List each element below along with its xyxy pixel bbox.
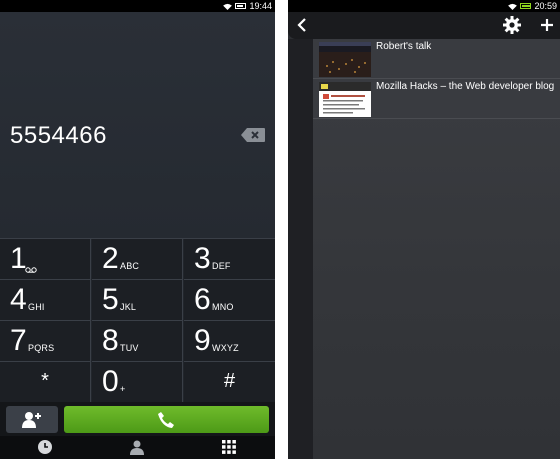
key-letters: MNO	[212, 302, 234, 312]
key-digit: 2	[102, 242, 119, 275]
key-letters: ABC	[120, 261, 140, 271]
wifi-icon	[223, 3, 233, 10]
status-bar: 20:59	[288, 0, 560, 12]
key-digit: *	[41, 370, 49, 392]
key-6[interactable]: 6 MNO	[184, 280, 275, 321]
status-time: 20:59	[534, 1, 557, 11]
key-digit: 7	[10, 324, 27, 357]
dialpad-icon	[222, 440, 236, 454]
call-button[interactable]	[64, 406, 269, 433]
tab-item[interactable]: Robert's talk	[313, 39, 560, 79]
screenshot-root: 19:44 5554466 1 2 ABC 3 DEF 4 GHI 5 JKL …	[0, 0, 560, 459]
key-5[interactable]: 5 JKL	[92, 280, 183, 321]
wifi-icon	[508, 3, 518, 10]
key-letters: TUV	[120, 343, 139, 353]
dialed-number: 5554466	[10, 122, 107, 149]
clock-icon	[38, 440, 52, 454]
key-4[interactable]: 4 GHI	[0, 280, 91, 321]
key-1[interactable]: 1	[0, 239, 91, 280]
add-contact-button[interactable]	[6, 406, 58, 433]
key-digit: 5	[102, 283, 119, 316]
key-digit: 0	[102, 365, 119, 398]
tab-item[interactable]: Mozilla Hacks – the Web developer blog	[313, 79, 560, 119]
key-letters: GHI	[28, 302, 45, 312]
tabs-sidebar	[288, 39, 313, 459]
key-letters: PQRS	[28, 343, 55, 353]
tabs-toolbar	[288, 12, 560, 39]
battery-icon	[520, 3, 532, 9]
key-letters: WXYZ	[212, 343, 239, 353]
add-contact-icon	[22, 412, 41, 428]
key-8[interactable]: 8 TUV	[92, 321, 183, 362]
tab-list: Robert's talk Mozilla Hacks – the Web de…	[313, 39, 560, 459]
voicemail-icon	[25, 267, 37, 273]
key-digit: 6	[194, 283, 211, 316]
back-icon[interactable]	[294, 16, 310, 34]
key-digit: 3	[194, 242, 211, 275]
tab-thumbnail	[319, 82, 371, 117]
key-letters: JKL	[120, 302, 137, 312]
key-hash[interactable]: #	[184, 362, 275, 403]
tab-thumbnail	[319, 42, 371, 77]
nav-recents[interactable]	[0, 436, 91, 459]
key-letters: DEF	[212, 261, 231, 271]
dialer-action-row	[0, 402, 275, 436]
tab-title: Mozilla Hacks – the Web developer blog	[376, 81, 555, 92]
key-digit: 9	[194, 324, 211, 357]
backspace-icon[interactable]	[241, 128, 265, 142]
tab-title: Robert's talk	[376, 41, 432, 52]
dialpad: 1 2 ABC 3 DEF 4 GHI 5 JKL 6 MNO 7 PQRS 8…	[0, 238, 275, 403]
status-time: 19:44	[249, 1, 272, 11]
number-display-area: 5554466	[0, 12, 275, 238]
key-digit: #	[223, 370, 236, 392]
key-digit: 4	[10, 283, 27, 316]
status-bar-right: 20:59	[508, 1, 557, 11]
key-3[interactable]: 3 DEF	[184, 239, 275, 280]
browser-screen: 20:59 Robert's talk Mozilla Hacks – the …	[288, 0, 560, 459]
nav-contacts[interactable]	[92, 436, 183, 459]
key-digit: 8	[102, 324, 119, 357]
plus-icon[interactable]	[538, 16, 556, 34]
nav-dialpad[interactable]	[184, 436, 275, 459]
dialer-screen: 19:44 5554466 1 2 ABC 3 DEF 4 GHI 5 JKL …	[0, 0, 275, 459]
dialer-bottom-nav	[0, 436, 275, 459]
status-bar-right: 19:44	[223, 1, 272, 11]
key-0[interactable]: 0 +	[92, 362, 183, 403]
phone-icon	[158, 412, 174, 428]
key-2[interactable]: 2 ABC	[92, 239, 183, 280]
key-letters: +	[120, 384, 126, 394]
status-bar: 19:44	[0, 0, 275, 12]
gear-icon[interactable]	[503, 16, 521, 34]
key-star[interactable]: *	[0, 362, 91, 403]
key-7[interactable]: 7 PQRS	[0, 321, 91, 362]
battery-icon	[235, 3, 247, 9]
person-icon	[130, 440, 144, 455]
key-9[interactable]: 9 WXYZ	[184, 321, 275, 362]
